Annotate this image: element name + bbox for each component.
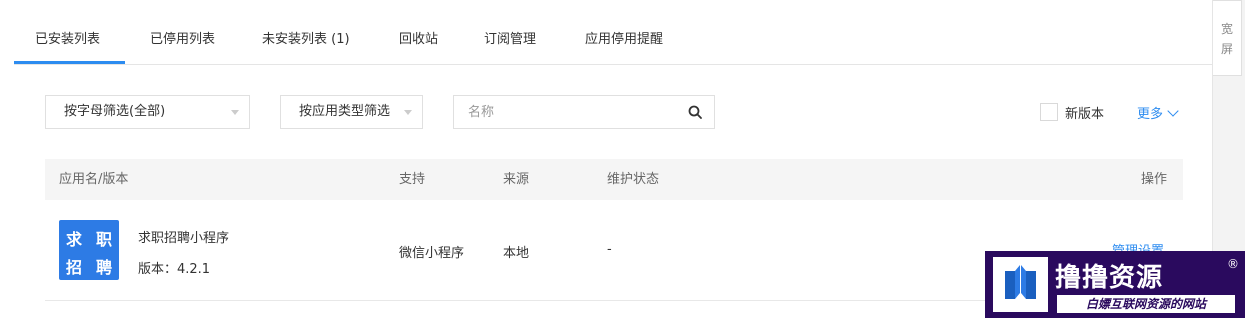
header-actions: 操作 bbox=[1141, 172, 1168, 187]
tab-subscription[interactable]: 订阅管理 bbox=[484, 14, 536, 64]
app-icon-char: 聘 bbox=[95, 258, 112, 277]
app-name: 求职招聘小程序 bbox=[138, 231, 230, 246]
watermark-title: 撸撸资源 bbox=[1055, 263, 1164, 293]
new-version-checkbox[interactable] bbox=[1040, 103, 1058, 121]
app-icon: 求 职 招 聘 bbox=[59, 220, 119, 280]
tab-disabled[interactable]: 已停用列表 bbox=[150, 14, 215, 64]
watermark-logo: 撸撸资源 ® 白嫖互联网资源的网站 bbox=[985, 251, 1245, 318]
app-status: - bbox=[607, 242, 612, 257]
header-support: 支持 bbox=[399, 172, 426, 187]
tab-not-installed[interactable]: 未安装列表 (1) bbox=[262, 14, 350, 64]
search-box bbox=[453, 95, 715, 129]
app-version: 版本：4.2.1 bbox=[138, 262, 211, 277]
table-header: 应用名/版本 支持 来源 维护状态 操作 bbox=[45, 159, 1183, 200]
caret-down-icon bbox=[231, 110, 239, 115]
watermark-subtitle: 白嫖互联网资源的网站 bbox=[1057, 295, 1235, 313]
tab-not-installed-count: (1) bbox=[331, 32, 350, 47]
type-filter-value: 按应用类型筛选 bbox=[299, 104, 391, 119]
more-label: 更多 bbox=[1137, 107, 1164, 122]
widescreen-button[interactable]: 宽 屏 bbox=[1213, 0, 1242, 76]
tab-installed[interactable]: 已安装列表 bbox=[35, 14, 100, 64]
header-name: 应用名/版本 bbox=[59, 172, 129, 187]
active-tab-indicator bbox=[14, 61, 125, 64]
app-support: 微信小程序 bbox=[399, 246, 465, 261]
new-version-label: 新版本 bbox=[1065, 107, 1105, 122]
app-source: 本地 bbox=[503, 246, 530, 261]
tab-recycle-bin[interactable]: 回收站 bbox=[399, 14, 438, 64]
more-dropdown[interactable]: 更多 bbox=[1137, 103, 1179, 122]
header-source: 来源 bbox=[503, 172, 530, 187]
app-icon-char: 职 bbox=[95, 230, 112, 249]
widescreen-char: 宽 bbox=[1220, 22, 1233, 36]
chevron-down-icon bbox=[1167, 105, 1179, 117]
tab-bar: 已安装列表 已停用列表 未安装列表 (1) 回收站 订阅管理 应用停用提醒 bbox=[14, 14, 1213, 65]
type-filter-select[interactable]: 按应用类型筛选 bbox=[280, 95, 423, 129]
widescreen-char: 屏 bbox=[1220, 42, 1233, 56]
caret-down-icon bbox=[404, 110, 412, 115]
letter-filter-value: 按字母筛选(全部) bbox=[64, 104, 166, 119]
letter-filter-select[interactable]: 按字母筛选(全部) bbox=[45, 95, 250, 129]
search-input[interactable] bbox=[454, 96, 674, 128]
tab-not-installed-label: 未安装列表 bbox=[262, 32, 328, 47]
watermark-registered: ® bbox=[1227, 257, 1239, 271]
header-status: 维护状态 bbox=[607, 172, 660, 187]
tab-disable-reminder[interactable]: 应用停用提醒 bbox=[585, 14, 663, 64]
search-icon[interactable] bbox=[688, 105, 702, 119]
watermark-logo-icon bbox=[993, 257, 1048, 312]
app-icon-char: 招 bbox=[65, 258, 82, 277]
app-icon-char: 求 bbox=[65, 230, 82, 249]
